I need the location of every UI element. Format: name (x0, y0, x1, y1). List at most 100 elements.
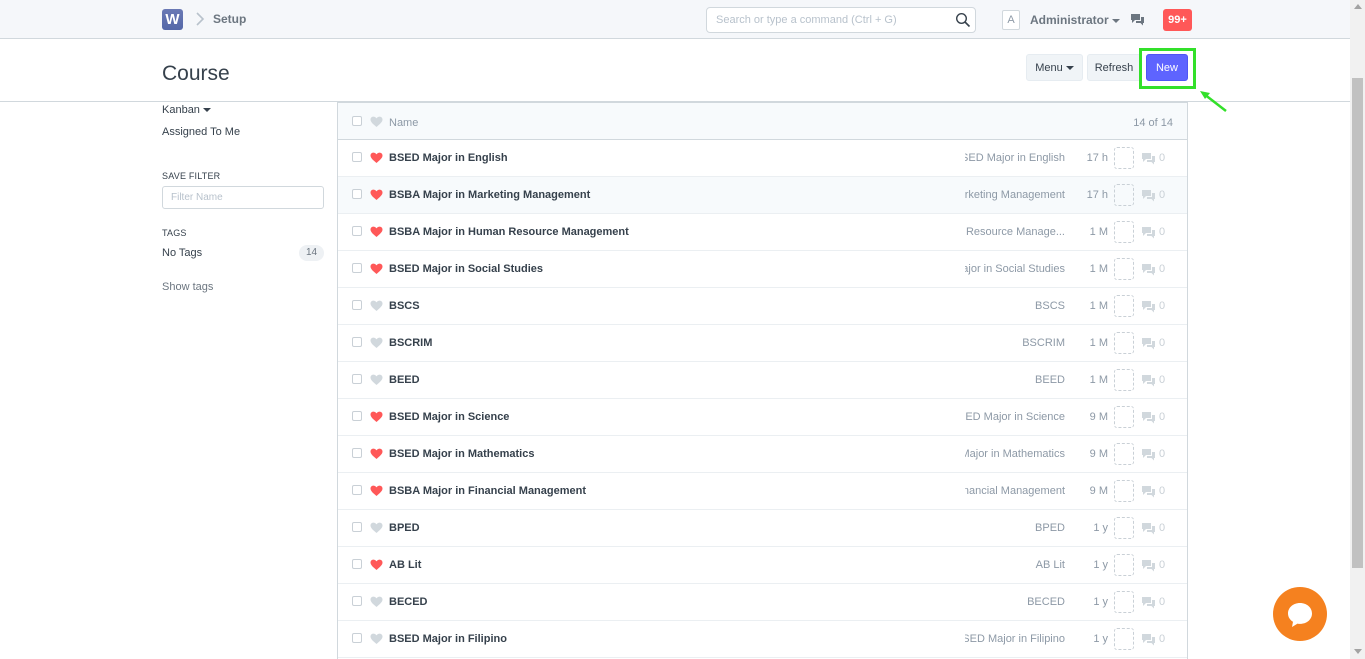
table-row[interactable]: BSBA Major in Marketing Management BSBA M… (338, 177, 1187, 214)
table-row[interactable]: BECED BECED 1 y 0 (338, 584, 1187, 621)
sidebar-no-tags[interactable]: No Tags (162, 247, 202, 259)
caret-down-icon (1111, 18, 1120, 23)
assign-avatar-placeholder[interactable] (1114, 591, 1134, 613)
app-logo[interactable]: W (162, 9, 183, 30)
row-name-link[interactable]: AB Lit (389, 559, 421, 571)
row-checkbox[interactable] (352, 337, 362, 347)
row-name-link[interactable]: BSCRIM (389, 337, 432, 349)
table-row[interactable]: AB Lit AB Lit 1 y 0 (338, 547, 1187, 584)
heart-icon[interactable] (370, 374, 383, 386)
assign-avatar-placeholder[interactable] (1114, 147, 1134, 169)
show-tags-link[interactable]: Show tags (162, 281, 213, 293)
live-chat-button[interactable] (1273, 587, 1327, 641)
heart-icon[interactable] (370, 633, 383, 645)
refresh-button[interactable]: Refresh (1087, 54, 1141, 81)
table-row[interactable]: BPED BPED 1 y 0 (338, 510, 1187, 547)
sidebar-kanban[interactable]: Kanban (162, 104, 211, 116)
assign-avatar-placeholder[interactable] (1114, 184, 1134, 206)
heart-icon[interactable] (370, 411, 383, 423)
heart-icon[interactable] (370, 152, 383, 164)
heart-icon[interactable] (370, 189, 383, 201)
heart-icon[interactable] (370, 226, 383, 238)
table-row[interactable]: BSED Major in Filipino BSED Major in Fili… (338, 621, 1187, 658)
table-row[interactable]: BSED Major in English BSED Major in Engli… (338, 140, 1187, 177)
assign-avatar-placeholder[interactable] (1114, 221, 1134, 243)
row-name-link[interactable]: BECED (389, 596, 428, 608)
heart-icon[interactable] (370, 263, 383, 275)
heart-icon[interactable] (370, 559, 383, 571)
scroll-thumb[interactable] (1352, 78, 1363, 568)
row-checkbox[interactable] (352, 300, 362, 310)
row-checkbox[interactable] (352, 485, 362, 495)
breadcrumb-setup[interactable]: Setup (213, 12, 246, 26)
assign-avatar-placeholder[interactable] (1114, 480, 1134, 502)
row-checkbox[interactable] (352, 374, 362, 384)
assign-avatar-placeholder[interactable] (1114, 554, 1134, 576)
row-description: BSED Major in Science (965, 411, 1065, 423)
search-bar[interactable] (706, 7, 976, 33)
row-name-link[interactable]: BSBA Major in Human Resource Management (389, 226, 629, 238)
pointer-arrow-icon (1200, 91, 1227, 112)
row-checkbox[interactable] (352, 559, 362, 569)
row-checkbox[interactable] (352, 633, 362, 643)
row-name-link[interactable]: BSED Major in Science (389, 411, 509, 423)
search-input[interactable] (707, 8, 947, 32)
row-checkbox[interactable] (352, 226, 362, 236)
row-name-link[interactable]: BSCS (389, 300, 420, 312)
assign-avatar-placeholder[interactable] (1114, 517, 1134, 539)
row-description: BSCRIM (965, 337, 1065, 349)
row-checkbox[interactable] (352, 189, 362, 199)
user-menu[interactable]: Administrator (1030, 13, 1120, 27)
notification-badge[interactable]: 99+ (1163, 9, 1192, 31)
heart-icon[interactable] (370, 485, 383, 497)
heart-icon[interactable] (370, 448, 383, 460)
assign-avatar-placeholder[interactable] (1114, 258, 1134, 280)
chat-icon[interactable] (1130, 13, 1145, 27)
assign-avatar-placeholder[interactable] (1114, 628, 1134, 650)
caret-down-icon (202, 108, 211, 113)
heart-icon[interactable] (370, 596, 383, 608)
row-name-link[interactable]: BSED Major in Mathematics (389, 448, 534, 460)
table-row[interactable]: BEED BEED 1 M 0 (338, 362, 1187, 399)
menu-button[interactable]: Menu (1026, 54, 1083, 81)
assign-avatar-placeholder[interactable] (1114, 369, 1134, 391)
table-row[interactable]: BSED Major in Social Studies BSED Major i… (338, 251, 1187, 288)
assign-avatar-placeholder[interactable] (1114, 332, 1134, 354)
scroll-up-arrow-icon[interactable] (1354, 4, 1362, 9)
table-row[interactable]: BSBA Major in Financial Management BSBA M… (338, 473, 1187, 510)
row-name-link[interactable]: BPED (389, 522, 420, 534)
row-description: BSBA Major in Financial Management (965, 485, 1065, 497)
assign-avatar-placeholder[interactable] (1114, 295, 1134, 317)
scroll-down-arrow-icon[interactable] (1354, 649, 1362, 654)
row-checkbox[interactable] (352, 411, 362, 421)
row-modified-time: 17 h (1086, 152, 1108, 164)
row-checkbox[interactable] (352, 522, 362, 532)
heart-icon[interactable] (370, 522, 383, 534)
row-name-link[interactable]: BSED Major in Social Studies (389, 263, 543, 275)
filter-name-input[interactable] (163, 187, 313, 208)
row-name-link[interactable]: BSBA Major in Financial Management (389, 485, 586, 497)
assign-avatar-placeholder[interactable] (1114, 443, 1134, 465)
table-row[interactable]: BSCS BSCS 1 M 0 (338, 288, 1187, 325)
row-name-link[interactable]: BSBA Major in Marketing Management (389, 189, 590, 201)
table-row[interactable]: BSED Major in Mathematics BSED Major in M… (338, 436, 1187, 473)
sidebar-assigned-to-me[interactable]: Assigned To Me (162, 126, 240, 138)
table-row[interactable]: BSCRIM BSCRIM 1 M 0 (338, 325, 1187, 362)
row-checkbox[interactable] (352, 152, 362, 162)
heart-icon[interactable] (370, 116, 383, 128)
row-checkbox[interactable] (352, 596, 362, 606)
assign-avatar-placeholder[interactable] (1114, 406, 1134, 428)
row-name-link[interactable]: BEED (389, 374, 420, 386)
row-checkbox[interactable] (352, 263, 362, 273)
heart-icon[interactable] (370, 337, 383, 349)
page-scrollbar[interactable] (1350, 0, 1365, 659)
row-name-link[interactable]: BSED Major in Filipino (389, 633, 507, 645)
table-row[interactable]: BSBA Major in Human Resource Management R… (338, 214, 1187, 251)
table-row[interactable]: BSED Major in Science BSED Major in Scien… (338, 399, 1187, 436)
filter-name-field[interactable] (162, 186, 324, 209)
select-all-checkbox[interactable] (352, 116, 362, 126)
heart-icon[interactable] (370, 300, 383, 312)
row-name-link[interactable]: BSED Major in English (389, 152, 508, 164)
user-avatar[interactable]: A (1002, 10, 1020, 30)
row-checkbox[interactable] (352, 448, 362, 458)
